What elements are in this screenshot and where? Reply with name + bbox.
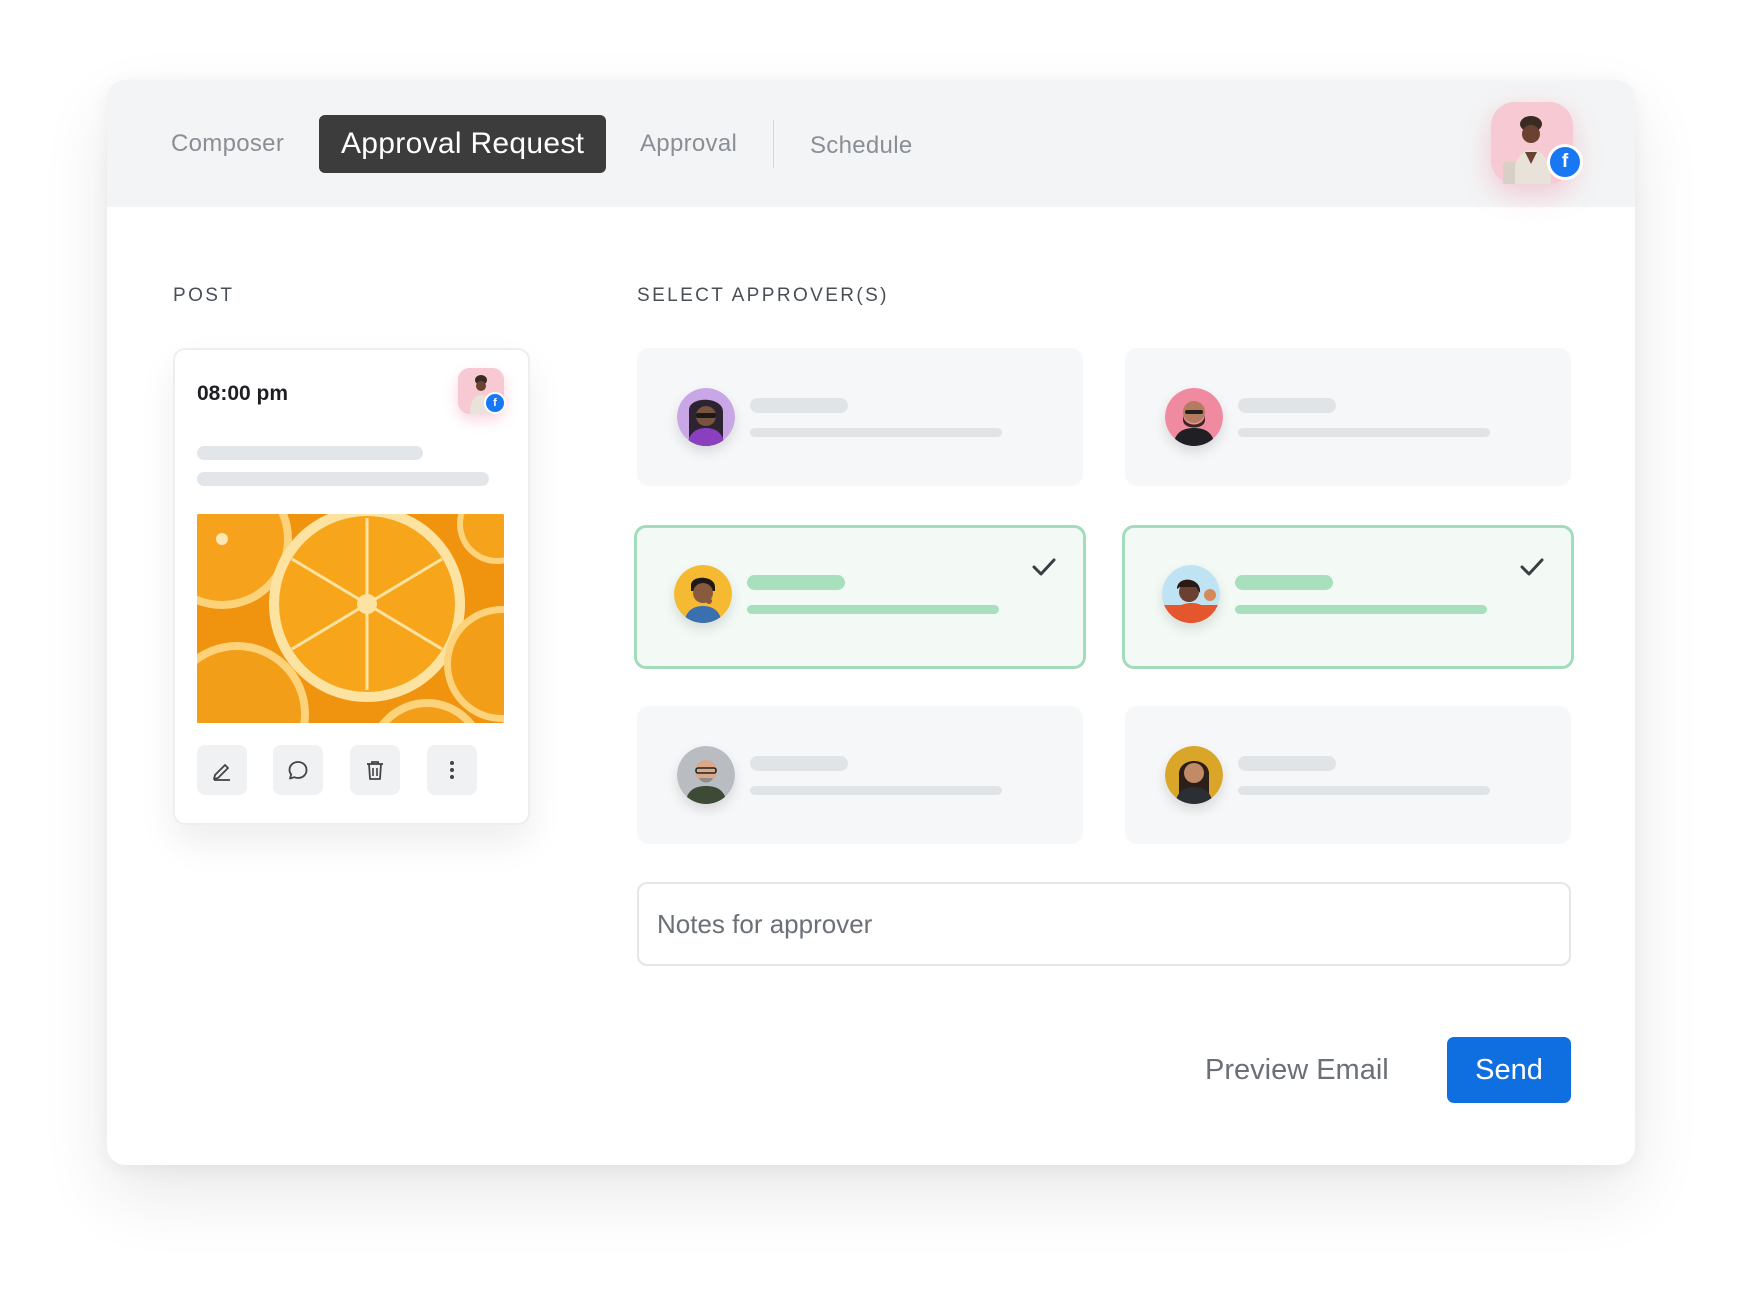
post-text-placeholder: [197, 446, 423, 460]
more-vertical-icon: [450, 761, 454, 779]
tab-composer[interactable]: Composer: [171, 80, 284, 207]
workflow-tabs-bar: Composer Approval Request Approval Sched…: [107, 80, 1635, 207]
profile-avatar[interactable]: f: [1491, 102, 1583, 184]
comment-icon: [288, 761, 308, 780]
approver-avatar: [677, 746, 735, 804]
approver-detail-placeholder: [1235, 605, 1487, 614]
approver-name-placeholder: [1238, 756, 1336, 771]
approver-avatar: [1165, 388, 1223, 446]
approver-name-placeholder: [750, 398, 848, 413]
comment-button[interactable]: [273, 745, 323, 795]
trash-icon: [367, 761, 383, 780]
approver-avatar: [674, 565, 732, 623]
approver-detail-placeholder: [750, 786, 1002, 795]
send-button[interactable]: Send: [1447, 1037, 1571, 1103]
approver-name-placeholder: [747, 575, 845, 590]
post-time: 08:00 pm: [197, 382, 289, 405]
approver-name-placeholder: [750, 756, 848, 771]
approver-option[interactable]: [637, 348, 1083, 486]
post-section-label: POST: [173, 285, 235, 306]
approver-detail-placeholder: [1238, 786, 1490, 795]
approver-option-selected[interactable]: [1122, 525, 1574, 669]
approver-name-placeholder: [1235, 575, 1333, 590]
approver-detail-placeholder: [750, 428, 1002, 437]
tab-approval-request[interactable]: Approval Request: [319, 115, 607, 173]
approval-request-panel: Composer Approval Request Approval Sched…: [107, 80, 1635, 1165]
checkmark-icon: [1520, 558, 1544, 576]
post-card[interactable]: 08:00 pm f: [173, 348, 530, 825]
tab-schedule[interactable]: Schedule: [810, 82, 912, 209]
tab-divider: [773, 120, 774, 168]
tab-approval[interactable]: Approval: [640, 80, 737, 207]
preview-email-button[interactable]: Preview Email: [1205, 1037, 1389, 1103]
approver-option[interactable]: [637, 706, 1083, 844]
orange-slices-image: [197, 514, 504, 723]
post-profile-avatar: f: [458, 368, 506, 414]
approvers-section-label: SELECT APPROVER(S): [637, 285, 889, 306]
edit-icon: [213, 764, 230, 781]
delete-button[interactable]: [350, 745, 400, 795]
approver-option[interactable]: [1125, 706, 1571, 844]
approver-avatar: [677, 388, 735, 446]
approver-detail-placeholder: [747, 605, 999, 614]
facebook-icon: f: [1547, 144, 1583, 180]
approver-avatar: [1165, 746, 1223, 804]
facebook-icon: f: [484, 392, 506, 414]
edit-button[interactable]: [197, 745, 247, 795]
approver-detail-placeholder: [1238, 428, 1490, 437]
approver-name-placeholder: [1238, 398, 1336, 413]
approver-option-selected[interactable]: [634, 525, 1086, 669]
post-text-placeholder: [197, 472, 489, 486]
approver-option[interactable]: [1125, 348, 1571, 486]
notes-for-approver-input[interactable]: [637, 882, 1571, 966]
more-options-button[interactable]: [427, 745, 477, 795]
checkmark-icon: [1032, 558, 1056, 576]
approver-avatar: [1162, 565, 1220, 623]
